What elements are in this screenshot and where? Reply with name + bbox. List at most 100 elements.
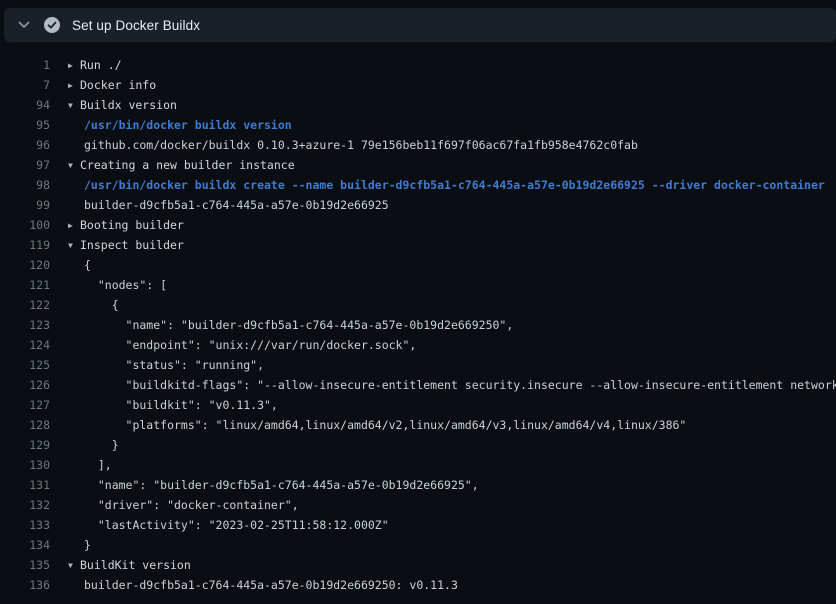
log-line: 128 "platforms": "linux/amd64,linux/amd6… bbox=[0, 415, 836, 435]
output-text: builder-d9cfb5a1-c764-445a-a57e-0b19d2e6… bbox=[84, 575, 458, 595]
line-number[interactable]: 96 bbox=[0, 135, 50, 155]
line-number[interactable]: 95 bbox=[0, 115, 50, 135]
step-title: Set up Docker Buildx bbox=[72, 18, 200, 33]
line-number[interactable]: 94 bbox=[0, 95, 50, 115]
line-number[interactable]: 129 bbox=[0, 435, 50, 455]
line-number[interactable]: 126 bbox=[0, 375, 50, 395]
line-number[interactable]: 99 bbox=[0, 195, 50, 215]
group-label: Booting builder bbox=[80, 218, 184, 232]
check-circle-icon bbox=[44, 17, 60, 33]
chevron-collapsed-icon[interactable]: ▶ bbox=[68, 76, 80, 95]
line-number[interactable]: 135 bbox=[0, 555, 50, 575]
log-line: 99 builder-d9cfb5a1-c764-445a-a57e-0b19d2… bbox=[0, 195, 836, 215]
log-line: 121 "nodes": [ bbox=[0, 275, 836, 295]
chevron-collapsed-icon[interactable]: ▶ bbox=[68, 56, 80, 75]
log-line: 132 "driver": "docker-container", bbox=[0, 495, 836, 515]
log-group-row[interactable]: 94 ▼Buildx version bbox=[0, 95, 836, 115]
log-group-row[interactable]: 97 ▼Creating a new builder instance bbox=[0, 155, 836, 175]
output-text: } bbox=[84, 435, 119, 455]
group-label: Creating a new builder instance bbox=[80, 158, 295, 172]
log-line: 133 "lastActivity": "2023-02-25T11:58:12… bbox=[0, 515, 836, 535]
log-group-row[interactable]: 100 ▶Booting builder bbox=[0, 215, 836, 235]
group-row-content: ▼Buildx version bbox=[68, 95, 177, 115]
log-line: 131 "name": "builder-d9cfb5a1-c764-445a-… bbox=[0, 475, 836, 495]
log-line: 130 ], bbox=[0, 455, 836, 475]
line-number[interactable]: 130 bbox=[0, 455, 50, 475]
log-line: 96 github.com/docker/buildx 0.10.3+azure-… bbox=[0, 135, 836, 155]
step-header[interactable]: Set up Docker Buildx bbox=[4, 8, 836, 42]
chevron-expanded-icon[interactable]: ▼ bbox=[68, 236, 80, 255]
log-group-row[interactable]: 1 ▶Run ./ bbox=[0, 55, 836, 75]
log-line: 120 { bbox=[0, 255, 836, 275]
log-line: 127 "buildkit": "v0.11.3", bbox=[0, 395, 836, 415]
output-text: "name": "builder-d9cfb5a1-c764-445a-a57e… bbox=[84, 315, 513, 335]
line-number[interactable]: 98 bbox=[0, 175, 50, 195]
group-label: Buildx version bbox=[80, 98, 177, 112]
chevron-collapsed-icon[interactable]: ▶ bbox=[68, 216, 80, 235]
output-text: "status": "running", bbox=[84, 355, 264, 375]
output-text: builder-d9cfb5a1-c764-445a-a57e-0b19d2e6… bbox=[84, 195, 389, 215]
output-text: "name": "builder-d9cfb5a1-c764-445a-a57e… bbox=[84, 475, 479, 495]
command-text: /usr/bin/docker buildx version bbox=[84, 115, 292, 135]
command-text: /usr/bin/docker buildx create --name bui… bbox=[84, 175, 825, 195]
group-label: BuildKit version bbox=[80, 558, 191, 572]
line-number[interactable]: 100 bbox=[0, 215, 50, 235]
line-number[interactable]: 132 bbox=[0, 495, 50, 515]
line-number[interactable]: 1 bbox=[0, 55, 50, 75]
line-number[interactable]: 7 bbox=[0, 75, 50, 95]
output-text: { bbox=[84, 255, 91, 275]
output-text: "buildkit": "v0.11.3", bbox=[84, 395, 278, 415]
log-line: 98/usr/bin/docker buildx create --name b… bbox=[0, 175, 836, 195]
actions-log-viewer: { "header": { "title": "Set up Docker Bu… bbox=[0, 0, 836, 604]
line-number[interactable]: 97 bbox=[0, 155, 50, 175]
output-text: } bbox=[84, 535, 91, 555]
output-text: github.com/docker/buildx 0.10.3+azure-1 … bbox=[84, 135, 638, 155]
chevron-expanded-icon[interactable]: ▼ bbox=[68, 556, 80, 575]
group-row-content: ▼Inspect builder bbox=[68, 235, 184, 255]
output-text: "driver": "docker-container", bbox=[84, 495, 299, 515]
line-number[interactable]: 136 bbox=[0, 575, 50, 595]
log-line: 126 "buildkitd-flags": "--allow-insecure… bbox=[0, 375, 836, 395]
log-line: 95/usr/bin/docker buildx version bbox=[0, 115, 836, 135]
group-label: Inspect builder bbox=[80, 238, 184, 252]
line-number[interactable]: 124 bbox=[0, 335, 50, 355]
line-number[interactable]: 121 bbox=[0, 275, 50, 295]
line-number[interactable]: 131 bbox=[0, 475, 50, 495]
line-number[interactable]: 120 bbox=[0, 255, 50, 275]
log-group-row[interactable]: 7 ▶Docker info bbox=[0, 75, 836, 95]
group-row-content: ▶Run ./ bbox=[68, 55, 122, 75]
output-text: { bbox=[84, 295, 119, 315]
output-text: ], bbox=[84, 455, 112, 475]
group-row-content: ▶Booting builder bbox=[68, 215, 184, 235]
group-row-content: ▼BuildKit version bbox=[68, 555, 191, 575]
log-line: 129 } bbox=[0, 435, 836, 455]
line-number[interactable]: 119 bbox=[0, 235, 50, 255]
chevron-expanded-icon[interactable]: ▼ bbox=[68, 156, 80, 175]
group-row-content: ▼Creating a new builder instance bbox=[68, 155, 295, 175]
output-text: "endpoint": "unix:///var/run/docker.sock… bbox=[84, 335, 416, 355]
log-panel: 1▶Run ./7▶Docker info94▼Buildx version95… bbox=[0, 42, 836, 604]
group-row-content: ▶Docker info bbox=[68, 75, 156, 95]
group-label: Docker info bbox=[80, 78, 156, 92]
output-text: "lastActivity": "2023-02-25T11:58:12.000… bbox=[84, 515, 389, 535]
log-group-row[interactable]: 135 ▼BuildKit version bbox=[0, 555, 836, 575]
line-number[interactable]: 133 bbox=[0, 515, 50, 535]
line-number[interactable]: 134 bbox=[0, 535, 50, 555]
line-number[interactable]: 125 bbox=[0, 355, 50, 375]
log-line: 136 builder-d9cfb5a1-c764-445a-a57e-0b19d… bbox=[0, 575, 836, 595]
line-number[interactable]: 122 bbox=[0, 295, 50, 315]
log-line: 123 "name": "builder-d9cfb5a1-c764-445a-… bbox=[0, 315, 836, 335]
output-text: "buildkitd-flags": "--allow-insecure-ent… bbox=[84, 375, 836, 395]
chevron-expanded-icon[interactable]: ▼ bbox=[68, 96, 80, 115]
line-number[interactable]: 127 bbox=[0, 395, 50, 415]
output-text: "nodes": [ bbox=[84, 275, 167, 295]
log-group-row[interactable]: 119 ▼Inspect builder bbox=[0, 235, 836, 255]
output-text: "platforms": "linux/amd64,linux/amd64/v2… bbox=[84, 415, 686, 435]
log-line: 125 "status": "running", bbox=[0, 355, 836, 375]
chevron-down-icon[interactable] bbox=[16, 17, 32, 33]
line-number[interactable]: 123 bbox=[0, 315, 50, 335]
line-number[interactable]: 128 bbox=[0, 415, 50, 435]
log-line: 134} bbox=[0, 535, 836, 555]
group-label: Run ./ bbox=[80, 58, 122, 72]
log-line: 124 "endpoint": "unix:///var/run/docker.… bbox=[0, 335, 836, 355]
